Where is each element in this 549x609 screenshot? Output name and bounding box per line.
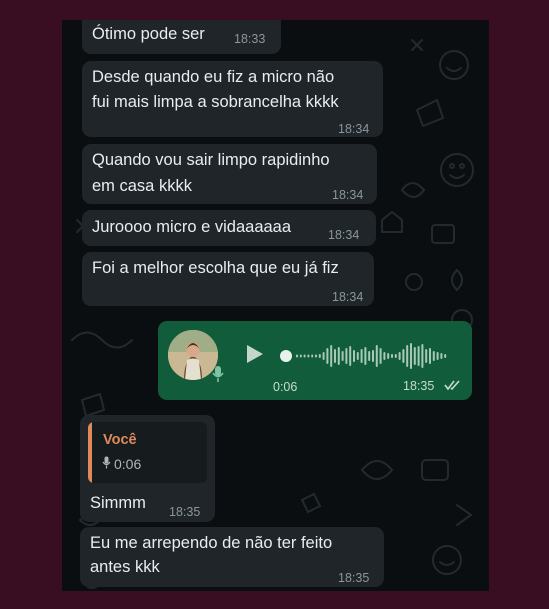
waveform-bar [421, 344, 424, 368]
waveform-bar [444, 354, 447, 358]
waveform-bar [410, 343, 412, 369]
waveform-bar [398, 352, 401, 360]
waveform-bar [330, 345, 333, 367]
waveform-bar [417, 346, 420, 366]
quoted-message[interactable]: Você 0:06 [88, 422, 207, 483]
waveform-bar [402, 349, 405, 363]
playback-knob[interactable] [280, 350, 292, 362]
waveform-bar [432, 351, 435, 361]
quote-accent-bar [88, 422, 92, 483]
waveform-bar [364, 347, 367, 365]
message-time: 18:35 [338, 571, 370, 585]
message-text-line-1: Desde quando eu fiz a micro não [92, 68, 335, 86]
voice-waveform[interactable] [280, 336, 450, 376]
message-text: Foi a melhor escolha que eu já fiz [92, 259, 339, 277]
waveform-bar [440, 353, 443, 359]
message-text-line-2: antes kkk [90, 558, 160, 576]
waveform-bar [337, 347, 340, 365]
waveform-bar [353, 350, 355, 362]
waveform-bar [356, 352, 359, 360]
waveform-bar [299, 354, 302, 358]
waveform-bar [387, 353, 390, 359]
waveform-bar [315, 354, 317, 358]
message-time: 18:34 [328, 228, 360, 242]
message-text-line-1: Eu me arrependo de não ter feito [90, 534, 333, 552]
waveform-bar [296, 354, 298, 358]
incoming-reply-message[interactable]: Você 0:06 Simmm 18:35 [80, 415, 215, 522]
play-icon[interactable] [245, 343, 265, 365]
waveform-bar [391, 354, 393, 358]
waveform-bar [360, 349, 363, 363]
waveform-bar [341, 351, 344, 361]
message-time: 18:34 [338, 122, 370, 136]
incoming-message[interactable]: Desde quando eu fiz a micro não fui mais… [82, 61, 383, 137]
message-text-line-2: em casa kkkk [92, 177, 192, 195]
message-text: Simmm [90, 494, 146, 512]
outgoing-voice-message[interactable]: 0:06 18:35 [158, 321, 472, 400]
waveform-bar [334, 349, 336, 363]
waveform-bar [429, 348, 431, 364]
quoted-author: Você [103, 432, 137, 448]
waveform-bar [406, 345, 409, 367]
waveform-bar [368, 351, 371, 361]
incoming-message[interactable]: Foi a melhor escolha que eu já fiz 18:34 [82, 252, 374, 306]
waveform-bar [375, 345, 378, 367]
quoted-duration: 0:06 [114, 456, 142, 472]
waveform-bar [436, 352, 439, 360]
incoming-message[interactable]: Quando vou sair limpo rapidinho em casa … [82, 144, 377, 204]
incoming-message[interactable]: Juroooo micro e vidaaaaaa 18:34 [82, 210, 376, 246]
microphone-icon [102, 456, 111, 469]
waveform-bar [379, 348, 382, 364]
waveform-bar [383, 352, 386, 360]
message-text-line-1: Quando vou sair limpo rapidinho [92, 151, 330, 169]
waveform-bar [425, 349, 428, 363]
message-time: 18:35 [403, 379, 435, 393]
waveform-bar [303, 354, 306, 358]
message-time: 18:34 [332, 290, 364, 304]
incoming-message[interactable]: Ótimo pode ser 18:33 [82, 20, 281, 54]
chat-screen: Ótimo pode ser 18:33 Desde quando eu fiz… [62, 20, 489, 591]
message-time: 18:35 [169, 505, 201, 519]
waveform-bar [345, 348, 348, 364]
microphone-icon [212, 366, 224, 382]
message-text: Ótimo pode ser [92, 25, 205, 43]
waveform-bar [322, 352, 325, 360]
message-text: Juroooo micro e vidaaaaaa [92, 218, 292, 236]
waveform-bar [311, 354, 314, 358]
waveform-bar [307, 354, 310, 358]
waveform-bar [349, 346, 352, 366]
waveform-bar [413, 347, 416, 365]
waveform-bar [318, 354, 321, 358]
message-text-line-2: fui mais limpa a sobrancelha kkkk [92, 93, 339, 111]
waveform-bar [372, 350, 374, 362]
waveform-bar [326, 348, 329, 364]
message-time: 18:34 [332, 188, 364, 202]
double-check-icon [444, 380, 460, 391]
voice-duration: 0:06 [273, 380, 298, 394]
waveform-bar [394, 354, 397, 358]
incoming-message[interactable]: Eu me arrependo de não ter feito antes k… [80, 527, 384, 587]
message-time: 18:33 [234, 32, 266, 46]
